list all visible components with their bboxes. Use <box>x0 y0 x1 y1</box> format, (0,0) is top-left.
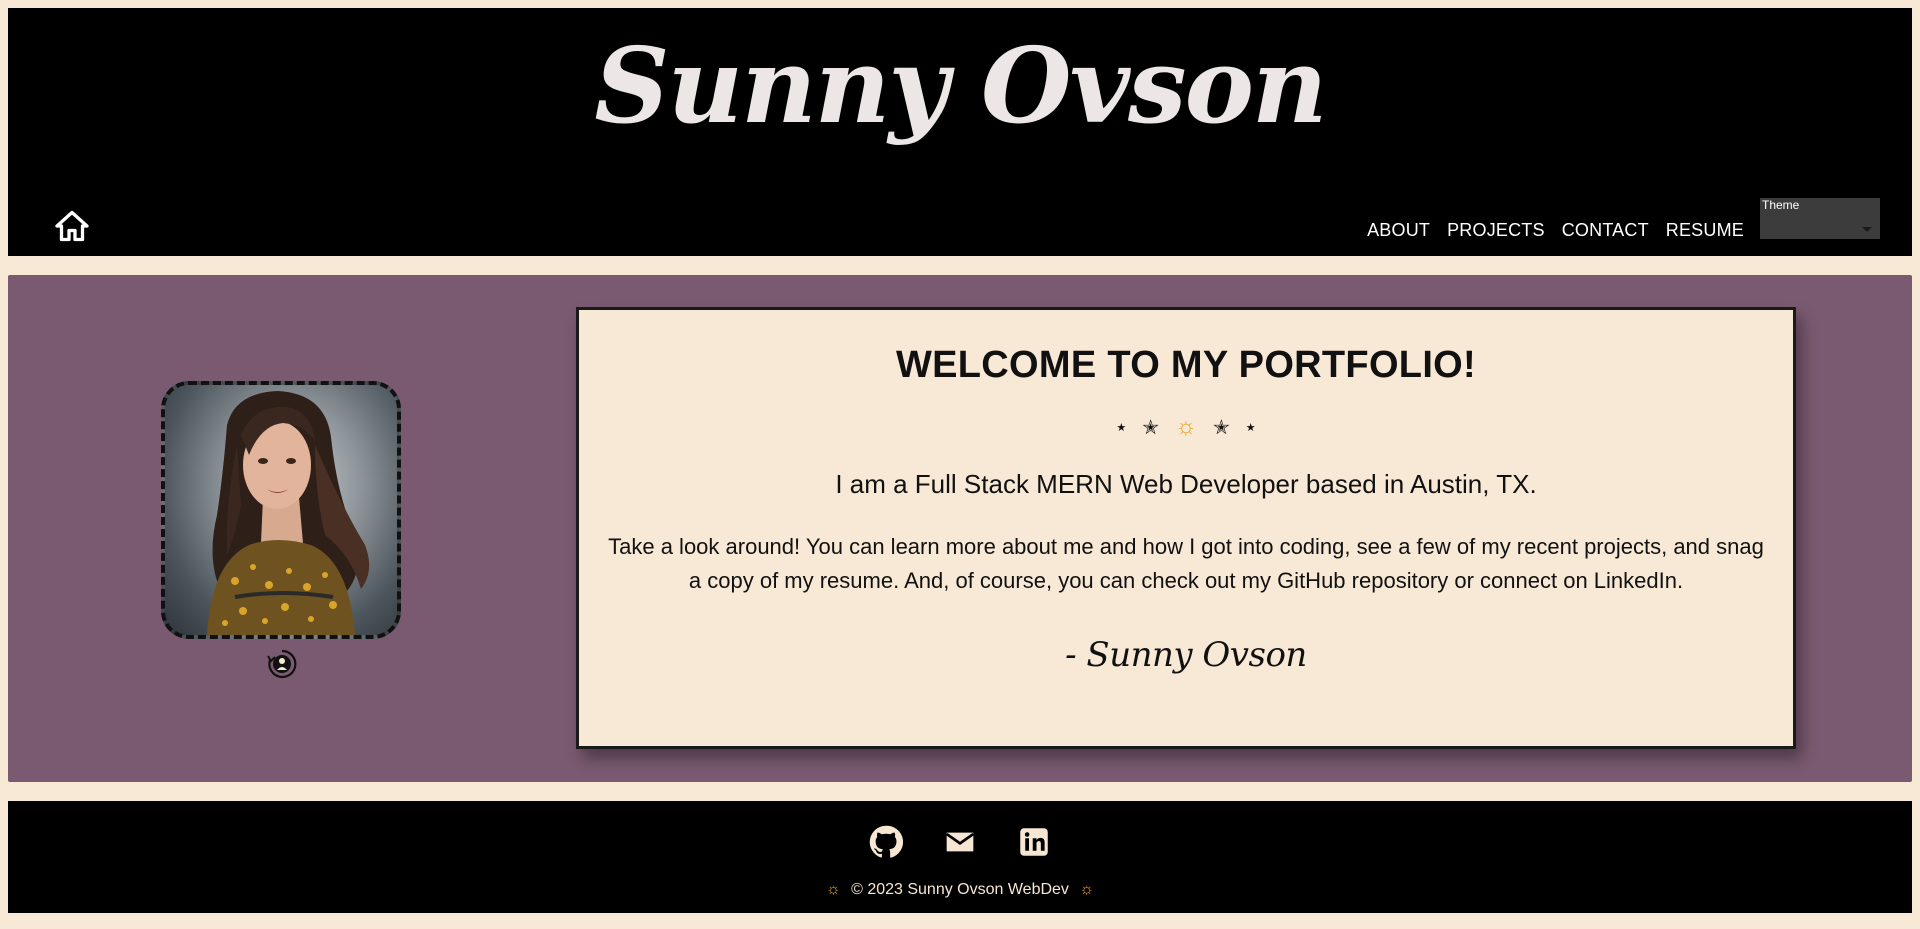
linkedin-link[interactable] <box>1017 825 1051 859</box>
main-nav: ABOUT PROJECTS CONTACT RESUME <box>1367 220 1744 241</box>
star-icon: ★ <box>1116 421 1127 434</box>
sun-icon: ☼ <box>825 881 841 898</box>
tagline: I am a Full Stack MERN Web Developer bas… <box>835 469 1537 499</box>
swap-photo-button[interactable] <box>266 648 298 680</box>
email-icon <box>945 832 975 852</box>
welcome-title: WELCOME TO MY PORTFOLIO! <box>895 344 1476 386</box>
star-icon: ✭ <box>1142 416 1159 439</box>
intro-text: Take a look around! You can learn more a… <box>608 534 1764 593</box>
site-title: Sunny Ovson <box>594 24 1327 147</box>
github-icon <box>869 825 903 858</box>
site-header: Sunny Ovson ABOUT PROJECTS CONTACT RESUM… <box>8 8 1912 256</box>
theme-label: Theme <box>1762 198 1800 212</box>
nav-about[interactable]: ABOUT <box>1367 220 1430 241</box>
theme-select[interactable]: Theme <box>1760 198 1880 239</box>
social-links <box>8 825 1912 859</box>
home-button[interactable] <box>46 200 98 252</box>
avatar <box>161 381 401 639</box>
linkedin-icon <box>1020 828 1048 856</box>
star-icon: ✭ <box>1213 416 1230 439</box>
nav-projects[interactable]: PROJECTS <box>1447 220 1545 241</box>
portrait-photo <box>207 391 370 635</box>
copyright: ☼ © 2023 Sunny Ovson WebDev ☼ <box>8 881 1912 899</box>
star-icon: ★ <box>1245 421 1256 434</box>
github-link[interactable] <box>869 825 903 859</box>
signature: - Sunny Ovson <box>1065 635 1307 675</box>
sun-icon: ☼ <box>1079 881 1095 898</box>
home-icon <box>55 210 89 242</box>
nav-resume[interactable]: RESUME <box>1666 220 1744 241</box>
nav-contact[interactable]: CONTACT <box>1562 220 1649 241</box>
site-footer: ☼ © 2023 Sunny Ovson WebDev ☼ <box>8 801 1912 913</box>
chevron-down-icon <box>1862 227 1872 232</box>
refresh-person-icon <box>267 649 297 679</box>
sun-icon: ☼ <box>1175 413 1197 440</box>
email-link[interactable] <box>943 825 977 859</box>
welcome-card: WELCOME TO MY PORTFOLIO! ★ ✭ ☼ ✭ ★ I am … <box>576 307 1796 749</box>
copyright-text: © 2023 Sunny Ovson WebDev <box>851 881 1069 898</box>
decorative-divider: ★ ✭ ☼ ✭ ★ <box>579 413 1793 441</box>
